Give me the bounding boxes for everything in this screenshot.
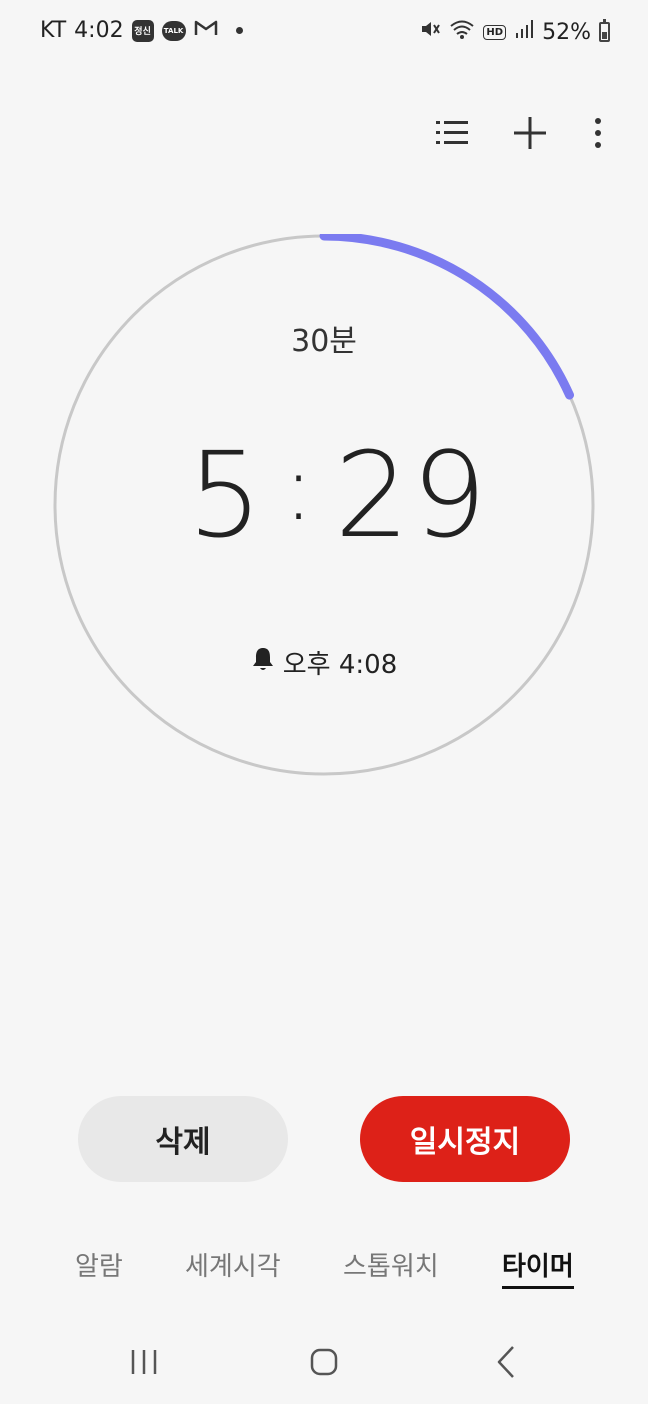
kakaotalk-icon: TALK xyxy=(161,20,186,41)
countdown-minutes: 5 xyxy=(187,426,265,564)
bell-icon xyxy=(251,646,275,679)
system-navigation-bar xyxy=(0,1330,648,1404)
tab-alarm[interactable]: 알람 xyxy=(75,1246,123,1283)
clock-time: 4:02 xyxy=(74,18,124,43)
end-time: 오후 4:08 xyxy=(0,644,648,681)
more-notifications-dot-icon xyxy=(235,27,243,34)
countdown-display: 5 : 29 xyxy=(0,436,648,554)
wifi-icon xyxy=(449,18,475,46)
battery-level-fill xyxy=(602,31,607,39)
status-bar: KT 4:02 정신 TALK HD 52% xyxy=(0,0,648,64)
countdown-separator: : xyxy=(283,436,316,541)
more-vertical-icon xyxy=(594,117,602,153)
status-bar-right: HD 52% xyxy=(419,18,610,46)
pause-button-label: 일시정지 xyxy=(409,1125,521,1160)
app-notification-icon: 정신 xyxy=(131,19,154,42)
more-options-button[interactable] xyxy=(588,110,608,160)
gmail-icon xyxy=(194,18,218,43)
bottom-tab-bar: 알람 세계시각 스톱워치 타이머 xyxy=(0,1246,648,1296)
top-toolbar xyxy=(432,110,608,160)
plus-icon xyxy=(512,115,548,155)
timer-preset-label: 30분 xyxy=(291,324,357,359)
end-time-label: 오후 4:08 xyxy=(282,650,398,680)
tab-timer[interactable]: 타이머 xyxy=(502,1246,574,1289)
home-button[interactable] xyxy=(294,1344,354,1384)
recents-button[interactable] xyxy=(114,1344,174,1384)
home-icon xyxy=(309,1347,339,1381)
back-icon xyxy=(494,1345,518,1383)
battery-icon xyxy=(599,19,610,42)
tab-world-clock[interactable]: 세계시각 xyxy=(185,1246,281,1283)
recents-icon xyxy=(129,1347,159,1381)
list-icon xyxy=(435,118,469,152)
hd-voice-icon: HD xyxy=(483,24,507,40)
delete-button[interactable]: 삭제 xyxy=(78,1096,288,1182)
list-button[interactable] xyxy=(432,110,472,160)
delete-button-label: 삭제 xyxy=(155,1125,211,1160)
status-bar-left: KT 4:02 정신 TALK xyxy=(40,18,243,43)
carrier-label: KT xyxy=(40,18,67,43)
add-timer-button[interactable] xyxy=(510,110,550,160)
countdown-seconds: 29 xyxy=(334,426,489,564)
tab-stopwatch[interactable]: 스톱워치 xyxy=(343,1246,439,1283)
back-button[interactable] xyxy=(476,1344,536,1384)
signal-icon xyxy=(514,19,534,45)
pause-button[interactable]: 일시정지 xyxy=(360,1096,570,1182)
battery-percent: 52% xyxy=(542,19,591,45)
mute-icon xyxy=(419,18,441,46)
